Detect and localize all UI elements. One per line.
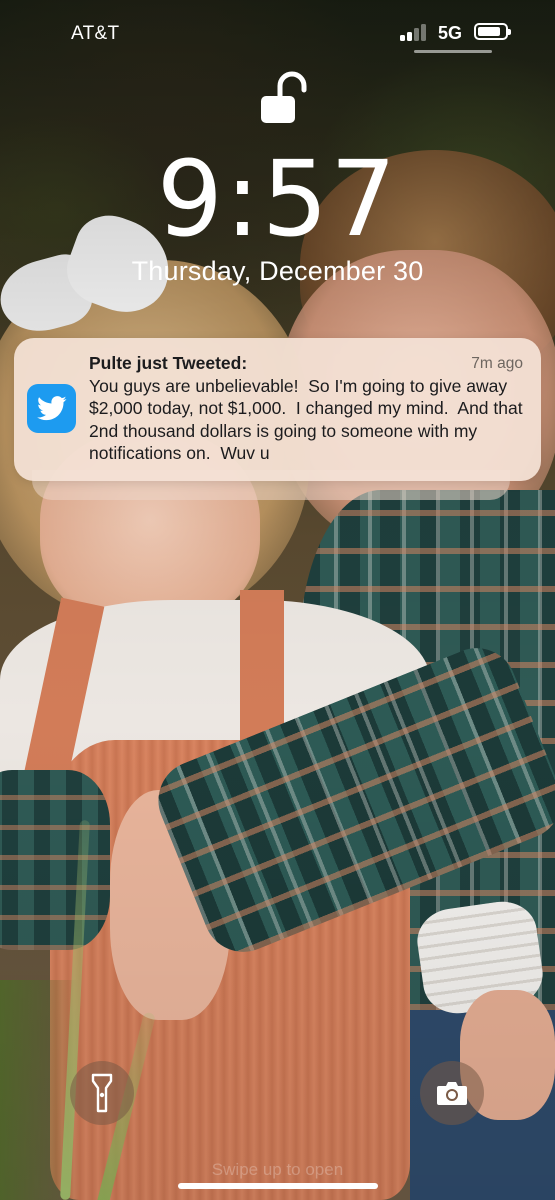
status-bar: AT&T 5G xyxy=(0,0,555,70)
swipe-up-hint: Swipe up to open xyxy=(211,1160,344,1179)
lock-screen-date: Thursday, December 30 xyxy=(131,256,424,286)
home-indicator[interactable] xyxy=(178,1183,378,1189)
twitter-notification[interactable]: Pulte just Tweeted: 7m ago You guys are … xyxy=(14,338,541,481)
cellular-signal-icon xyxy=(400,23,428,41)
notification-body: You guys are unbelievable! So I'm going … xyxy=(89,376,528,464)
notification-timestamp: 7m ago xyxy=(471,355,523,372)
battery-level-fill xyxy=(478,27,500,36)
flashlight-button[interactable] xyxy=(70,1061,134,1125)
network-type: 5G xyxy=(438,23,463,43)
twitter-bird-icon xyxy=(27,384,76,433)
lock-screen-time: 9:57 xyxy=(156,138,399,260)
carrier-name: AT&T xyxy=(71,23,120,44)
notification-title: Pulte just Tweeted: xyxy=(89,353,248,373)
battery-icon xyxy=(474,23,511,40)
control-center-indicator[interactable] xyxy=(414,50,492,53)
flashlight-icon xyxy=(91,1073,113,1113)
unlocked-padlock-icon xyxy=(258,70,310,126)
camera-button[interactable] xyxy=(420,1061,484,1125)
camera-icon xyxy=(437,1082,467,1105)
